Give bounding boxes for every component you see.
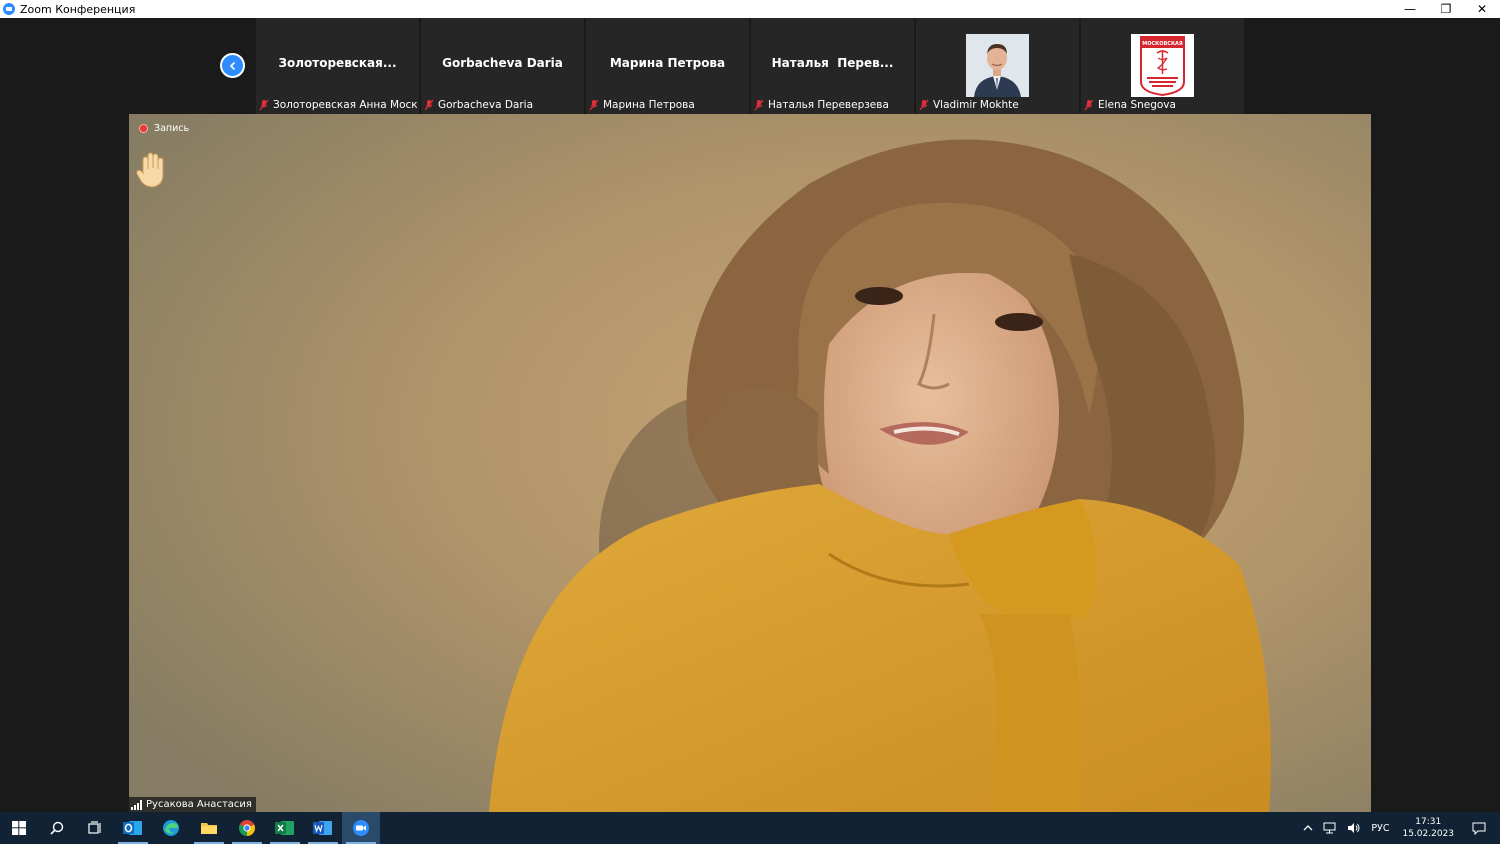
- participant-tile[interactable]: Наталья Перев... Наталья Переверзева: [751, 18, 914, 114]
- window-titlebar: Zoom Конференция — ❐ ✕: [0, 0, 1500, 18]
- outlook-taskbar-button[interactable]: [114, 812, 152, 844]
- mic-muted-icon: [754, 99, 764, 111]
- volume-button[interactable]: [1342, 822, 1366, 834]
- input-language-button[interactable]: РУС: [1366, 823, 1394, 834]
- excel-icon: [275, 821, 294, 835]
- zoom-taskbar-button[interactable]: [342, 812, 380, 844]
- participant-strip: Золоторевская... Золоторевская Анна Моск…: [0, 18, 1500, 114]
- speaker-name-label: Русакова Анастасия: [129, 797, 256, 812]
- show-hidden-icons-button[interactable]: [1298, 824, 1318, 832]
- participant-display-name: Наталья Перев...: [771, 56, 894, 70]
- participant-tile[interactable]: Vladimir Mokhte: [916, 18, 1079, 114]
- recording-label: Запись: [154, 123, 190, 134]
- participant-name: Gorbacheva Daria: [438, 99, 534, 111]
- logo-text: МОСКОВСКАЯ: [1142, 41, 1183, 47]
- participant-label: Наталья Переверзева: [753, 98, 889, 112]
- file-explorer-taskbar-button[interactable]: [190, 812, 228, 844]
- notifications-icon: [1472, 822, 1486, 835]
- previous-page-button[interactable]: [220, 53, 245, 78]
- mic-muted-icon: [589, 99, 599, 111]
- zoom-icon: [353, 820, 369, 836]
- participant-label: Gorbacheva Daria: [423, 98, 533, 112]
- search-button[interactable]: [38, 812, 76, 844]
- participant-label: Марина Петрова: [588, 98, 695, 112]
- clock-date: 15.02.2023: [1402, 829, 1454, 839]
- edge-icon: [163, 820, 179, 836]
- file-explorer-icon: [201, 823, 217, 834]
- participant-display-name: Золоторевская...: [278, 56, 397, 70]
- restore-button[interactable]: ❐: [1428, 0, 1464, 18]
- raise-hand-icon: [136, 152, 164, 188]
- mic-muted-icon: [1084, 99, 1094, 111]
- chrome-taskbar-button[interactable]: [228, 812, 266, 844]
- volume-icon: [1348, 823, 1360, 833]
- outlook-icon: [123, 821, 142, 835]
- participant-tile[interactable]: МОСКОВСКАЯ Elena Snegova: [1081, 18, 1244, 114]
- participant-label: Elena Snegova: [1083, 98, 1176, 112]
- participant-tile[interactable]: Золоторевская... Золоторевская Анна Моск…: [256, 18, 419, 114]
- network-button[interactable]: [1318, 822, 1342, 834]
- excel-taskbar-button[interactable]: [266, 812, 304, 844]
- speaker-video-frame: [129, 114, 1371, 812]
- participant-name: Золоторевская Анна Москов...: [273, 99, 417, 111]
- recording-indicator: Запись: [139, 123, 189, 134]
- participant-name: Наталья Переверзева: [768, 99, 889, 111]
- participant-photo: [966, 34, 1029, 97]
- system-clock[interactable]: 17:31 15.02.2023: [1394, 816, 1462, 840]
- participant-display-name: Марина Петрова: [609, 56, 726, 70]
- windows-start-icon: [12, 821, 26, 835]
- network-icon: [1323, 822, 1336, 834]
- zoom-app-icon: [3, 3, 15, 15]
- participant-name: Марина Петрова: [603, 99, 695, 111]
- word-icon: [313, 821, 332, 835]
- word-taskbar-button[interactable]: [304, 812, 342, 844]
- close-button[interactable]: ✕: [1464, 0, 1500, 18]
- mic-muted-icon: [259, 99, 269, 111]
- mic-muted-icon: [919, 99, 929, 111]
- window-title: Zoom Конференция: [20, 2, 136, 16]
- chevron-left-icon: [229, 61, 235, 70]
- participant-name: Elena Snegova: [1098, 99, 1176, 111]
- task-view-button[interactable]: [76, 812, 114, 844]
- chevron-up-icon: [1303, 825, 1313, 831]
- active-speaker-video[interactable]: Запись Русакова Анастасия: [129, 114, 1371, 812]
- participant-display-name: Gorbacheva Daria: [442, 56, 563, 70]
- participant-name: Vladimir Mokhte: [933, 99, 1019, 111]
- system-tray: РУС 17:31 15.02.2023: [1298, 812, 1500, 844]
- participant-tile[interactable]: Gorbacheva Daria Gorbacheva Daria: [421, 18, 584, 114]
- participant-label: Vladimir Mokhte: [918, 98, 1019, 112]
- mic-muted-icon: [424, 99, 434, 111]
- edge-taskbar-button[interactable]: [152, 812, 190, 844]
- windows-taskbar: РУС 17:31 15.02.2023: [0, 812, 1500, 844]
- participant-label: Золоторевская Анна Москов...: [258, 98, 417, 112]
- minimize-button[interactable]: —: [1392, 0, 1428, 18]
- record-icon: [139, 124, 148, 133]
- connection-signal-icon: [131, 799, 142, 810]
- speaker-name: Русакова Анастасия: [146, 799, 252, 810]
- participant-tile[interactable]: Марина Петрова Марина Петрова: [586, 18, 749, 114]
- start-button[interactable]: [0, 812, 38, 844]
- action-center-button[interactable]: [1462, 822, 1500, 835]
- task-view-icon: [88, 821, 101, 834]
- clock-time: 17:31: [1415, 817, 1442, 827]
- chrome-icon: [238, 820, 256, 836]
- search-icon: [50, 821, 64, 835]
- chamber-of-commerce-logo: МОСКОВСКАЯ: [1131, 34, 1194, 97]
